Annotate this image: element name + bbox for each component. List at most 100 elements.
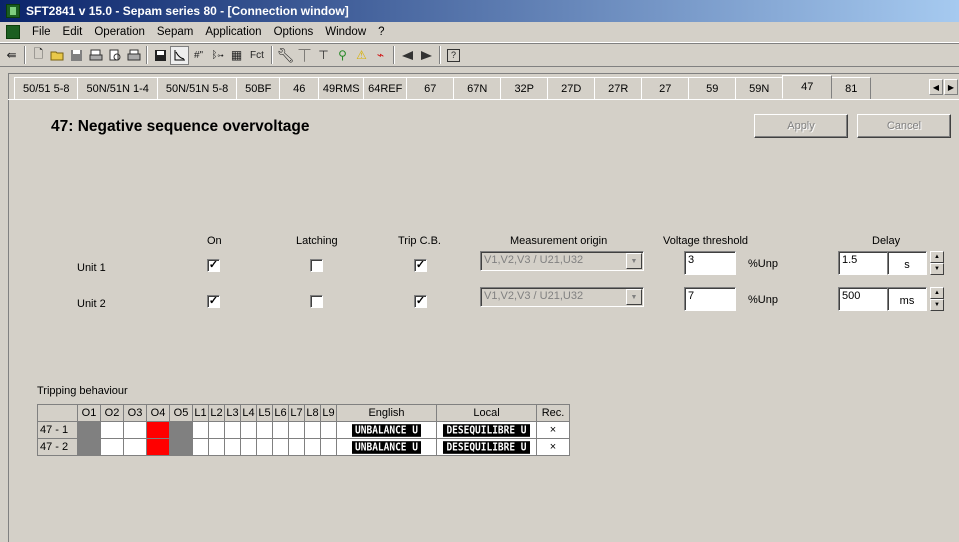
tab-32p[interactable]: 32P (500, 77, 549, 99)
menu-edit[interactable]: Edit (57, 26, 89, 38)
output-cell-l6[interactable] (272, 421, 289, 439)
apply-button[interactable]: Apply (754, 114, 848, 138)
tab-27[interactable]: 27 (641, 77, 690, 99)
unit-1-delay-spinner[interactable]: ▲ ▼ (930, 251, 944, 275)
output-cell-l1[interactable] (192, 438, 209, 456)
open-icon[interactable] (48, 46, 67, 65)
tab-scroll-left-icon[interactable]: ◀ (929, 79, 943, 95)
output-cell-o5[interactable] (169, 421, 193, 439)
unit-2-delay-input[interactable]: 500 (838, 287, 888, 311)
tools-icon[interactable]: ⚲ (333, 46, 352, 65)
tab-50bf[interactable]: 50BF (236, 77, 281, 99)
output-cell-l5[interactable] (256, 421, 273, 439)
curve-icon[interactable] (170, 45, 189, 65)
unit-1-latching-checkbox[interactable] (310, 259, 323, 272)
app-icon[interactable] (6, 4, 20, 18)
logic-icon[interactable]: ᛒ⊶ (208, 46, 227, 65)
spin-down-icon[interactable]: ▼ (930, 299, 944, 311)
warning-icon[interactable]: ⚠ (352, 46, 371, 65)
tab-27r[interactable]: 27R (594, 77, 643, 99)
output-cell-o2[interactable] (100, 438, 124, 456)
spin-down-icon[interactable]: ▼ (930, 263, 944, 275)
menu-help[interactable]: ? (372, 26, 390, 38)
menu-options[interactable]: Options (268, 26, 320, 38)
tab-27d[interactable]: 27D (547, 77, 596, 99)
print-setup-icon[interactable] (105, 46, 124, 65)
output-cell-l7[interactable] (288, 438, 305, 456)
output-cell-o5[interactable] (169, 438, 193, 456)
english-message-cell[interactable]: UNBALANCE U (336, 438, 437, 456)
output-cell-l9[interactable] (320, 438, 337, 456)
spin-up-icon[interactable]: ▲ (930, 287, 944, 299)
unit-1-delay-input[interactable]: 1.5 (838, 251, 888, 275)
output-cell-l3[interactable] (224, 421, 241, 439)
disturbance-icon[interactable]: ⌁ (371, 46, 390, 65)
output-cell-o1[interactable] (77, 421, 101, 439)
unit-1-on-checkbox[interactable]: ✓ (207, 259, 220, 272)
save-icon[interactable] (67, 46, 86, 65)
output-cell-o3[interactable] (123, 421, 147, 439)
unit-2-threshold-input[interactable]: 7 (684, 287, 736, 311)
unit-2-latching-checkbox[interactable] (310, 295, 323, 308)
unit-2-delay-spinner[interactable]: ▲ ▼ (930, 287, 944, 311)
unit-1-threshold-input[interactable]: 3 (684, 251, 736, 275)
tab-50n-51n-1-4[interactable]: 50N/51N 1-4 (77, 77, 158, 99)
matrix-icon[interactable]: ▦ (227, 46, 246, 65)
tab-50-51-5-8[interactable]: 50/51 5-8 (14, 77, 79, 99)
receive-icon[interactable] (417, 46, 436, 65)
local-message-cell[interactable]: DESEQUILIBRE U (436, 438, 537, 456)
output-cell-l4[interactable] (240, 421, 257, 439)
output-cell-l2[interactable] (208, 438, 225, 456)
unit-2-trip-checkbox[interactable]: ✓ (414, 295, 427, 308)
record-cell[interactable]: × (536, 421, 570, 439)
output-cell-l8[interactable] (304, 438, 321, 456)
output-cell-o1[interactable] (77, 438, 101, 456)
tab-67[interactable]: 67 (406, 77, 455, 99)
send-icon[interactable] (398, 46, 417, 65)
unit-1-delay-unit-select[interactable]: s (887, 251, 927, 275)
output-cell-l5[interactable] (256, 438, 273, 456)
new-icon[interactable]: 🗋 (29, 46, 48, 65)
print-icon[interactable] (124, 46, 143, 65)
tab-47[interactable]: 47 (782, 75, 833, 99)
disk-icon[interactable] (151, 46, 170, 65)
output-cell-o4[interactable] (146, 438, 170, 456)
output-cell-o4[interactable] (146, 421, 170, 439)
tab-81[interactable]: 81 (831, 77, 872, 99)
output-cell-o2[interactable] (100, 421, 124, 439)
tree-icon[interactable]: ⊤ (314, 46, 333, 65)
wrench-icon[interactable]: 🔧︎ (276, 46, 295, 65)
dock-icon[interactable]: ⇚ (2, 46, 21, 65)
menu-application[interactable]: Application (199, 26, 267, 38)
local-message-cell[interactable]: DESEQUILIBRE U (436, 421, 537, 439)
io-icon[interactable]: #" (189, 46, 208, 65)
unit-1-trip-checkbox[interactable]: ✓ (414, 259, 427, 272)
spin-up-icon[interactable]: ▲ (930, 251, 944, 263)
menu-operation[interactable]: Operation (88, 26, 151, 38)
tab-scroll-right-icon[interactable]: ▶ (944, 79, 958, 95)
unit-2-delay-unit-select[interactable]: ms (887, 287, 927, 311)
tab-50n-51n-5-8[interactable]: 50N/51N 5-8 (156, 77, 238, 99)
function-icon[interactable]: Fct (246, 46, 268, 65)
unit-2-on-checkbox[interactable]: ✓ (207, 295, 220, 308)
output-cell-l7[interactable] (288, 421, 305, 439)
output-cell-o3[interactable] (123, 438, 147, 456)
tab-59n[interactable]: 59N (735, 77, 784, 99)
cancel-button[interactable]: Cancel (857, 114, 951, 138)
network-icon[interactable]: ⏉ (295, 46, 314, 65)
tab-49rms[interactable]: 49RMS (318, 77, 365, 99)
tab-64ref[interactable]: 64REF (363, 77, 408, 99)
output-cell-l8[interactable] (304, 421, 321, 439)
record-cell[interactable]: × (536, 438, 570, 456)
menu-window[interactable]: Window (319, 26, 372, 38)
help-icon[interactable]: ? (447, 48, 460, 62)
output-cell-l1[interactable] (192, 421, 209, 439)
output-cell-l9[interactable] (320, 421, 337, 439)
tab-59[interactable]: 59 (688, 77, 737, 99)
tab-67n[interactable]: 67N (453, 77, 502, 99)
menu-file[interactable]: File (26, 26, 57, 38)
tab-46[interactable]: 46 (279, 77, 320, 99)
english-message-cell[interactable]: UNBALANCE U (336, 421, 437, 439)
output-cell-l4[interactable] (240, 438, 257, 456)
output-cell-l2[interactable] (208, 421, 225, 439)
